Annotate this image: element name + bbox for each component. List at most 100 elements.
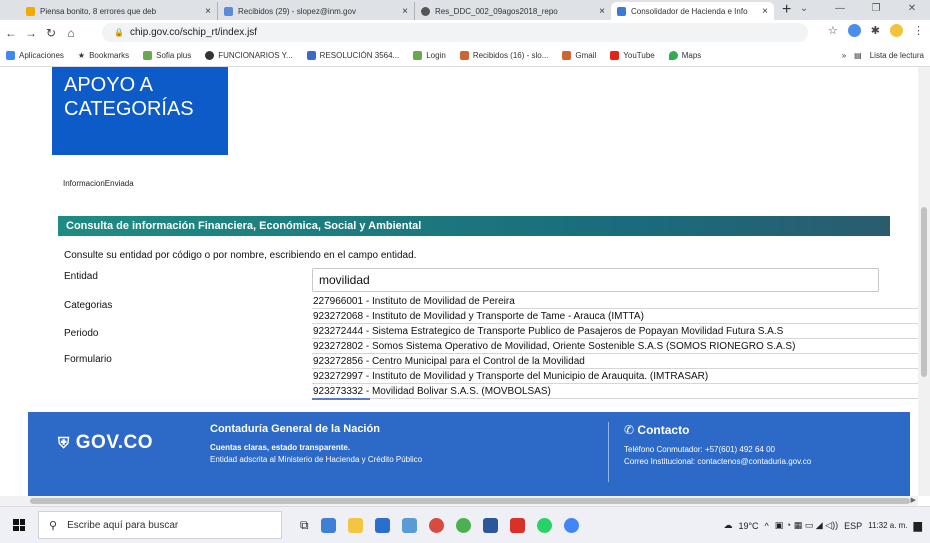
browser-tab[interactable]: Piensa bonito, 8 errores que deb × <box>20 2 217 20</box>
weather-icon[interactable]: ☁ <box>723 520 732 531</box>
contact-info: ✆ Contacto Teléfono Conmutador: +57(601)… <box>624 423 811 469</box>
tab-close-icon[interactable]: × <box>762 6 768 17</box>
suggestion-item[interactable]: 923272068 - Instituto de Movilidad y Tra… <box>312 309 922 324</box>
clock[interactable]: 11:32 a. m. <box>868 520 907 531</box>
bookmark-label: Gmail <box>575 51 597 60</box>
reload-icon[interactable]: ↻ <box>42 26 60 40</box>
horizontal-scrollbar[interactable]: ▶ <box>0 496 918 506</box>
forward-icon[interactable]: → <box>22 26 40 40</box>
bookmark-apps[interactable]: Aplicaciones <box>6 51 64 60</box>
back-icon[interactable]: ← <box>2 26 20 40</box>
bookmark-label: Bookmarks <box>89 51 130 60</box>
bookmark-youtube[interactable]: YouTube <box>610 51 655 60</box>
task-view-icon[interactable]: ⧉ <box>300 518 309 533</box>
suggestion-item[interactable]: 923272997 - Instituto de Movilidad y Tra… <box>312 369 922 384</box>
acrobat-icon[interactable] <box>509 517 525 533</box>
tab-favicon-icon <box>26 6 35 16</box>
suggestion-item[interactable]: 923272802 - Somos Sistema Operativo de M… <box>312 339 922 354</box>
sofia-plus-icon <box>143 51 153 60</box>
close-window-icon[interactable]: ✕ <box>894 0 930 20</box>
address-bar[interactable]: 🔒 chip.gov.co/schip_rt/index.jsf <box>102 23 808 42</box>
label-periodo: Periodo <box>64 328 99 339</box>
map-pin-icon <box>668 51 678 60</box>
mail-icon <box>459 51 469 60</box>
whatsapp-icon[interactable] <box>536 517 552 533</box>
home-icon[interactable]: ⌂ <box>62 26 80 40</box>
bookmark-label: FUNCIONARIOS Y... <box>218 51 293 60</box>
suggestion-item[interactable]: 923273332 - Movilidad Bolivar S.A.S. (MO… <box>312 384 922 399</box>
vertical-scroll-thumb[interactable] <box>921 207 927 377</box>
bookmark-gmail[interactable]: Gmail <box>562 51 596 60</box>
contact-title-text: Contacto <box>637 423 690 437</box>
browser-tab[interactable]: Res_DDC_002_09agos2018_repo × <box>414 2 611 20</box>
bookmark-maps[interactable]: Maps <box>668 51 701 60</box>
suggestion-item[interactable]: 923272444 - Sistema Estrategico de Trans… <box>312 324 922 339</box>
bookmark-star-icon[interactable]: ☆ <box>828 24 838 37</box>
category-box[interactable]: APOYO A CATEGORÍAS <box>52 67 228 155</box>
minimize-icon[interactable]: — <box>822 0 858 20</box>
bookmark-recibidos[interactable]: Recibidos (16) - slo... <box>459 51 548 60</box>
start-button[interactable] <box>0 519 38 531</box>
globe-icon <box>205 51 215 60</box>
extensions-puzzle-icon[interactable]: ✱ <box>871 24 880 37</box>
restore-icon[interactable]: ❐ <box>858 0 894 20</box>
bookmark-resolucion[interactable]: RESOLUCIÓN 3564... <box>306 51 399 60</box>
gov-co-logo[interactable]: ⛨ GOV.CO <box>58 432 153 454</box>
bookmark-sofia-plus[interactable]: Sofia plus <box>143 51 191 60</box>
tab-close-icon[interactable]: × <box>205 6 211 17</box>
vertical-scrollbar[interactable] <box>918 67 930 496</box>
word-icon[interactable] <box>482 517 498 533</box>
taskbar-apps: ⧉ <box>300 517 579 533</box>
login-icon <box>413 51 423 60</box>
reading-list-link[interactable]: Lista de lectura <box>870 51 924 60</box>
bookmark-login[interactable]: Login <box>413 51 446 60</box>
mail-icon <box>562 51 572 60</box>
browser-tab[interactable]: Recibidos (29) - slopez@inm.gov × <box>217 2 414 20</box>
bookmark-label: Aplicaciones <box>19 51 64 60</box>
toolbar-actions: ☆ ✱ ⋮ <box>828 24 924 37</box>
suggestion-item[interactable]: 227966001 - Instituto de Movilidad de Pe… <box>312 294 922 309</box>
browser-menu-icon[interactable]: ⋮ <box>913 24 924 37</box>
language-indicator[interactable]: ESP <box>844 521 862 531</box>
browser-toolbar: ← → ↻ ⌂ 🔒 chip.gov.co/schip_rt/index.jsf… <box>0 20 930 45</box>
scroll-right-icon[interactable]: ▶ <box>911 496 916 504</box>
lock-icon[interactable]: 🔒 <box>114 28 124 37</box>
chrome-icon[interactable] <box>563 517 579 533</box>
taskbar-search-box[interactable]: ⚲ Escribe aquí para buscar <box>38 511 282 539</box>
entity-search-input[interactable]: movilidad <box>312 268 879 292</box>
app-icon[interactable] <box>401 517 417 533</box>
tray-overflow-icon[interactable]: ^ <box>765 521 769 531</box>
suggestion-item[interactable]: 923272856 - Centro Municipal para el Con… <box>312 354 922 369</box>
tab-search-icon[interactable]: ⌄ <box>786 0 822 20</box>
tab-close-icon[interactable]: × <box>402 6 408 17</box>
web-page: APOYO A CATEGORÍAS InformacionEnviada Co… <box>0 67 930 496</box>
info-enviada-link[interactable]: InformacionEnviada <box>63 179 134 188</box>
mail-app-icon[interactable] <box>374 517 390 533</box>
site-footer: ⛨ GOV.CO Contaduría General de la Nación… <box>28 412 910 496</box>
bookmarks-bar: Aplicaciones ★ Bookmarks Sofia plus FUNC… <box>0 45 930 67</box>
browser-tab-active[interactable]: Consolidador de Hacienda e Info × <box>611 2 774 20</box>
colombia-shield-icon: ⛨ <box>58 434 70 452</box>
tab-title: Recibidos (29) - slopez@inm.gov <box>238 6 356 16</box>
contact-email[interactable]: Correo Institucional: contactenos@contad… <box>624 457 811 466</box>
store-app-icon[interactable] <box>320 517 336 533</box>
bookmark-bookmarks[interactable]: ★ Bookmarks <box>78 51 129 60</box>
file-explorer-icon[interactable] <box>347 517 363 533</box>
horizontal-scroll-thumb[interactable] <box>30 498 910 504</box>
bookmark-funcionarios[interactable]: FUNCIONARIOS Y... <box>205 51 293 60</box>
reading-list-icon[interactable]: ▤ <box>854 51 862 60</box>
tab-close-icon[interactable]: × <box>599 6 605 17</box>
tray-icons[interactable]: ▣ ◔ ▦ ▭ ◢ ◁)) <box>775 520 838 531</box>
instructions-text: Consulte su entidad por código o por nom… <box>64 250 417 261</box>
profile-avatar-icon[interactable] <box>890 24 903 37</box>
bookmarks-overflow-button[interactable]: » <box>842 51 846 60</box>
notifications-icon[interactable]: ▆ <box>914 519 922 532</box>
app-icon[interactable] <box>428 517 444 533</box>
tab-title: Consolidador de Hacienda e Info <box>631 6 748 16</box>
extension-icon[interactable] <box>847 24 861 37</box>
label-formulario: Formulario <box>64 354 112 365</box>
bookmark-label: YouTube <box>623 51 655 60</box>
weather-temp[interactable]: 19°C <box>738 521 758 531</box>
section-title: Consulta de información Financiera, Econ… <box>58 216 890 236</box>
chrome-icon[interactable] <box>455 517 471 533</box>
